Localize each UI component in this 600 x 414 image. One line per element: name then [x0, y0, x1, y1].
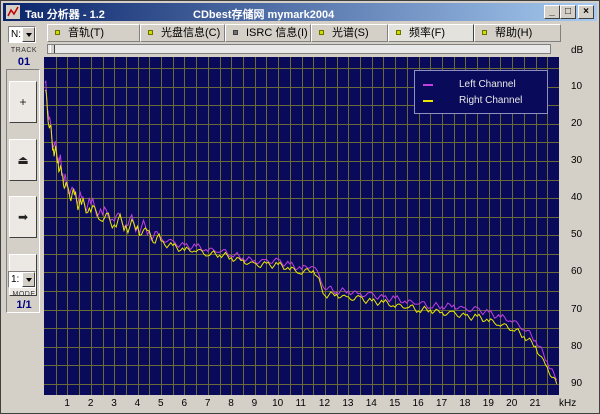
x-tick-label: 21	[529, 398, 541, 409]
y-axis-label: dB	[571, 45, 584, 56]
x-tick-label: 6	[181, 398, 188, 409]
x-tick-label: 8	[228, 398, 234, 409]
maximize-button[interactable]: □	[560, 5, 576, 19]
x-tick-label: 5	[158, 398, 164, 409]
legend-label-right: Right Channel	[459, 95, 523, 106]
x-tick-label: 12	[318, 398, 331, 409]
x-tick-label: 4	[134, 398, 141, 409]
mode-label: MODE	[12, 291, 36, 298]
tab-label: 光盘信息(C)	[161, 27, 221, 39]
tab-bar: 音轨(T) 光盘信息(C) ISRC 信息(I) 光谱(S) 频率(F) 帮助(…	[47, 24, 561, 42]
mode-combo[interactable]: 1:	[8, 271, 36, 288]
x-tick-label: 13	[342, 398, 354, 409]
y-tick-label: 10	[571, 80, 583, 92]
y-tick-label: 60	[571, 266, 583, 278]
x-tick-label: 7	[204, 398, 211, 409]
y-tick-label: 80	[571, 340, 583, 352]
x-tick-label: 20	[506, 398, 518, 409]
window-title: Tau 分析器 - 1.2	[25, 9, 105, 21]
window-subtitle: CDbest存储网 mymark2004	[193, 9, 335, 21]
x-tick-label: 10	[272, 398, 284, 409]
legend-swatch-right	[423, 100, 433, 102]
y-tick-label: 40	[571, 192, 583, 204]
y-tick-label: 30	[571, 155, 583, 166]
tab-tracks[interactable]: 音轨(T)	[47, 24, 140, 42]
series-left-channel	[44, 80, 558, 381]
tab-frequency[interactable]: 频率(F)	[388, 24, 474, 42]
close-button[interactable]: ×	[578, 5, 594, 19]
mode-combo-value: 1:	[11, 274, 20, 285]
tab-marker-icon	[482, 30, 487, 35]
x-tick-label: 17	[435, 398, 448, 409]
tab-label: 音轨(T)	[68, 27, 105, 39]
eject-button[interactable]: ⏏	[9, 139, 37, 181]
track-value: 01	[17, 56, 31, 68]
x-tick-label: 11	[295, 398, 306, 409]
tab-marker-icon	[233, 30, 238, 35]
play-icon: ➡	[17, 210, 29, 224]
tab-marker-icon	[319, 30, 324, 35]
title-bar[interactable]: Tau 分析器 - 1.2 CDbest存储网 mymark2004 _ □ ×	[3, 3, 597, 21]
position-scrollbar[interactable]	[47, 44, 551, 54]
y-tick-label: 90	[571, 377, 583, 389]
eject-icon: ⏏	[17, 153, 29, 167]
x-tick-label: 2	[87, 398, 94, 409]
x-tick-label: 19	[482, 398, 494, 409]
app-window: Tau 分析器 - 1.2 CDbest存储网 mymark2004 _ □ ×…	[0, 0, 600, 414]
tab-marker-icon	[55, 30, 60, 35]
tab-spectrum[interactable]: 光谱(S)	[311, 24, 388, 42]
plus-icon: +	[19, 95, 27, 109]
series-right-channel	[44, 89, 558, 385]
tab-label: 帮助(H)	[495, 27, 533, 39]
x-axis-label: kHz	[559, 398, 577, 409]
chart-legend: Left Channel Right Channel	[414, 70, 548, 114]
minimize-button[interactable]: _	[544, 5, 560, 19]
play-button[interactable]: ➡	[9, 196, 37, 238]
x-tick-label: 16	[412, 398, 424, 409]
scrollbar-thumb[interactable]	[50, 45, 55, 53]
left-panel: N: TRACK 01 + ⏏ ➡ ■ 1: MODE 1/1	[6, 24, 42, 409]
drive-combo-value: N:	[11, 29, 21, 40]
tab-label: 频率(F)	[409, 27, 446, 39]
legend-swatch-left	[423, 84, 433, 86]
drive-combo[interactable]: N:	[8, 26, 36, 43]
x-tick-label: 15	[389, 398, 401, 409]
x-tick-label: 3	[111, 398, 117, 409]
tab-help[interactable]: 帮助(H)	[474, 24, 561, 42]
tab-marker-icon	[396, 30, 401, 35]
plus-button[interactable]: +	[9, 81, 37, 123]
y-tick-label: 20	[571, 117, 583, 129]
tab-label: 光谱(S)	[332, 27, 369, 39]
x-tick-label: 9	[251, 398, 258, 409]
tab-isrc-info[interactable]: ISRC 信息(I)	[225, 24, 311, 42]
x-tick-label: 1	[64, 398, 70, 409]
mode-value: 1/1	[16, 299, 32, 311]
tab-marker-icon	[148, 30, 153, 35]
x-tick-label: 14	[365, 398, 377, 409]
tab-label: ISRC 信息(I)	[246, 27, 308, 39]
legend-label-left: Left Channel	[459, 79, 516, 90]
chevron-down-icon[interactable]	[22, 27, 35, 42]
y-tick-label: 70	[571, 303, 583, 315]
app-icon	[6, 5, 20, 19]
track-label: TRACK	[10, 47, 38, 54]
x-tick-label: 18	[459, 398, 471, 409]
chevron-down-icon[interactable]	[22, 272, 35, 287]
y-tick-label: 50	[571, 229, 583, 241]
tab-disc-info[interactable]: 光盘信息(C)	[140, 24, 225, 42]
